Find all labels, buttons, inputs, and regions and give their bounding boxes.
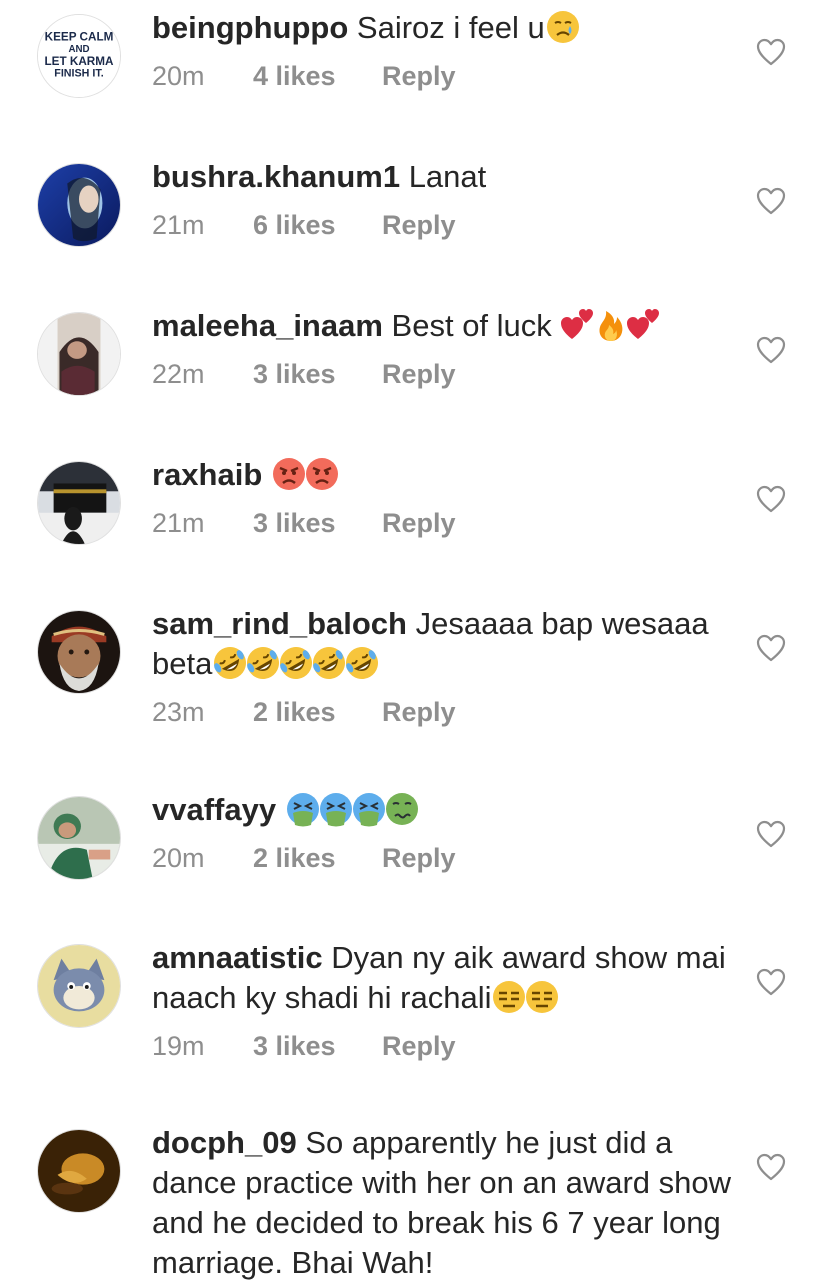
reply-button[interactable]: Reply — [382, 694, 456, 730]
comment-username[interactable]: amnaatistic — [152, 940, 323, 975]
comment-time: 20m — [152, 61, 205, 91]
dark-photo-avatar-icon — [38, 1130, 120, 1212]
comment-username[interactable]: sam_rind_baloch — [152, 606, 407, 641]
crying-face-emoji-icon — [545, 9, 581, 45]
svg-text:KEEP CALM: KEEP CALM — [45, 30, 114, 43]
comment-message: Lanat — [408, 159, 487, 194]
user-photo-avatar-icon — [38, 313, 120, 395]
expressionless-face-emoji-icon — [524, 979, 560, 1015]
comment-likes[interactable]: 3 likes — [253, 505, 336, 541]
comment-likes[interactable]: 2 likes — [253, 694, 336, 730]
heart-outline-icon[interactable] — [756, 485, 786, 513]
comment-text: raxhaib — [152, 455, 732, 495]
comment-likes[interactable]: 3 likes — [253, 356, 336, 392]
reply-button[interactable]: Reply — [382, 840, 456, 876]
old-man-photo-avatar-icon — [38, 611, 120, 693]
svg-text:AND: AND — [68, 44, 89, 55]
vomiting-face-emoji-icon — [285, 791, 321, 827]
avatar[interactable] — [37, 312, 121, 396]
heart-outline-icon[interactable] — [756, 336, 786, 364]
avatar[interactable] — [37, 610, 121, 694]
comment-text: maleeha_inaam Best of luck — [152, 306, 732, 346]
vomiting-face-emoji-icon — [351, 791, 387, 827]
comment-meta: 21m 6 likes Reply — [152, 207, 732, 243]
user-photo-avatar-icon — [38, 164, 120, 246]
comment-text: amnaatistic Dyan ny aik award show mai n… — [152, 938, 732, 1018]
avatar[interactable] — [37, 944, 121, 1028]
comment-text: vvaffayy — [152, 790, 732, 830]
keep-calm-avatar-icon: KEEP CALM AND LET KARMA FINISH IT. — [38, 15, 120, 97]
comment-text: docph_09 So apparently he just did a dan… — [152, 1123, 732, 1283]
comment-likes[interactable]: 6 likes — [253, 207, 336, 243]
comment-time: 19m — [152, 1031, 205, 1061]
rolling-laughing-face-emoji-icon — [278, 645, 314, 681]
rolling-laughing-face-emoji-icon — [311, 645, 347, 681]
two-hearts-emoji-icon — [626, 307, 662, 343]
heart-outline-icon[interactable] — [756, 820, 786, 848]
rolling-laughing-face-emoji-icon — [212, 645, 248, 681]
comment-meta: 21m 3 likes Reply — [152, 505, 732, 541]
comment-likes[interactable]: 4 likes — [253, 58, 336, 94]
comment-username[interactable]: vvaffayy — [152, 792, 276, 827]
cartoon-cat-avatar-icon — [38, 945, 120, 1027]
comment-time: 21m — [152, 508, 205, 538]
reply-button[interactable]: Reply — [382, 207, 456, 243]
avatar[interactable] — [37, 1129, 121, 1213]
reply-button[interactable]: Reply — [382, 505, 456, 541]
comment-time: 23m — [152, 697, 205, 727]
comment-time: 20m — [152, 843, 205, 873]
comment-username[interactable]: maleeha_inaam — [152, 308, 383, 343]
comment-text: sam_rind_baloch Jesaaaa bap wesaaa beta — [152, 604, 732, 684]
angry-face-emoji-icon — [271, 456, 307, 492]
avatar[interactable] — [37, 163, 121, 247]
heart-outline-icon[interactable] — [756, 38, 786, 66]
expressionless-face-emoji-icon — [491, 979, 527, 1015]
heart-outline-icon[interactable] — [756, 968, 786, 996]
surgeon-photo-avatar-icon — [38, 797, 120, 879]
reply-button[interactable]: Reply — [382, 356, 456, 392]
nauseated-face-emoji-icon — [384, 791, 420, 827]
comment-time: 21m — [152, 210, 205, 240]
comment-username[interactable]: docph_09 — [152, 1125, 297, 1160]
heart-outline-icon[interactable] — [756, 187, 786, 215]
reply-button[interactable]: Reply — [382, 58, 456, 94]
avatar[interactable]: KEEP CALM AND LET KARMA FINISH IT. — [37, 14, 121, 98]
comment-meta: 20m 4 likes Reply — [152, 58, 732, 94]
svg-text:FINISH IT.: FINISH IT. — [54, 68, 103, 80]
comment-meta: 19m 3 likes Reply — [152, 1028, 732, 1064]
kaaba-photo-avatar-icon — [38, 462, 120, 544]
comment-username[interactable]: raxhaib — [152, 457, 262, 492]
rolling-laughing-face-emoji-icon — [344, 645, 380, 681]
vomiting-face-emoji-icon — [318, 791, 354, 827]
comment-time: 22m — [152, 359, 205, 389]
comment-meta: 20m 2 likes Reply — [152, 840, 732, 876]
comment-likes[interactable]: 3 likes — [253, 1028, 336, 1064]
comment-message: Sairoz i feel u — [356, 10, 545, 45]
comment-text: bushra.khanum1 Lanat — [152, 157, 732, 197]
comment-username[interactable]: beingphuppo — [152, 10, 348, 45]
rolling-laughing-face-emoji-icon — [245, 645, 281, 681]
avatar[interactable] — [37, 461, 121, 545]
comment-username[interactable]: bushra.khanum1 — [152, 159, 400, 194]
comment-likes[interactable]: 2 likes — [253, 840, 336, 876]
heart-outline-icon[interactable] — [756, 634, 786, 662]
reply-button[interactable]: Reply — [382, 1028, 456, 1064]
comment-text: beingphuppo Sairoz i feel u — [152, 8, 732, 48]
fire-emoji-icon — [593, 307, 629, 343]
angry-face-emoji-icon — [304, 456, 340, 492]
svg-text:LET KARMA: LET KARMA — [45, 55, 114, 68]
comment-meta: 22m 3 likes Reply — [152, 356, 732, 392]
two-hearts-emoji-icon — [560, 307, 596, 343]
comment-meta: 23m 2 likes Reply — [152, 694, 732, 730]
avatar[interactable] — [37, 796, 121, 880]
comment-message: Best of luck — [391, 308, 552, 343]
heart-outline-icon[interactable] — [756, 1153, 786, 1181]
